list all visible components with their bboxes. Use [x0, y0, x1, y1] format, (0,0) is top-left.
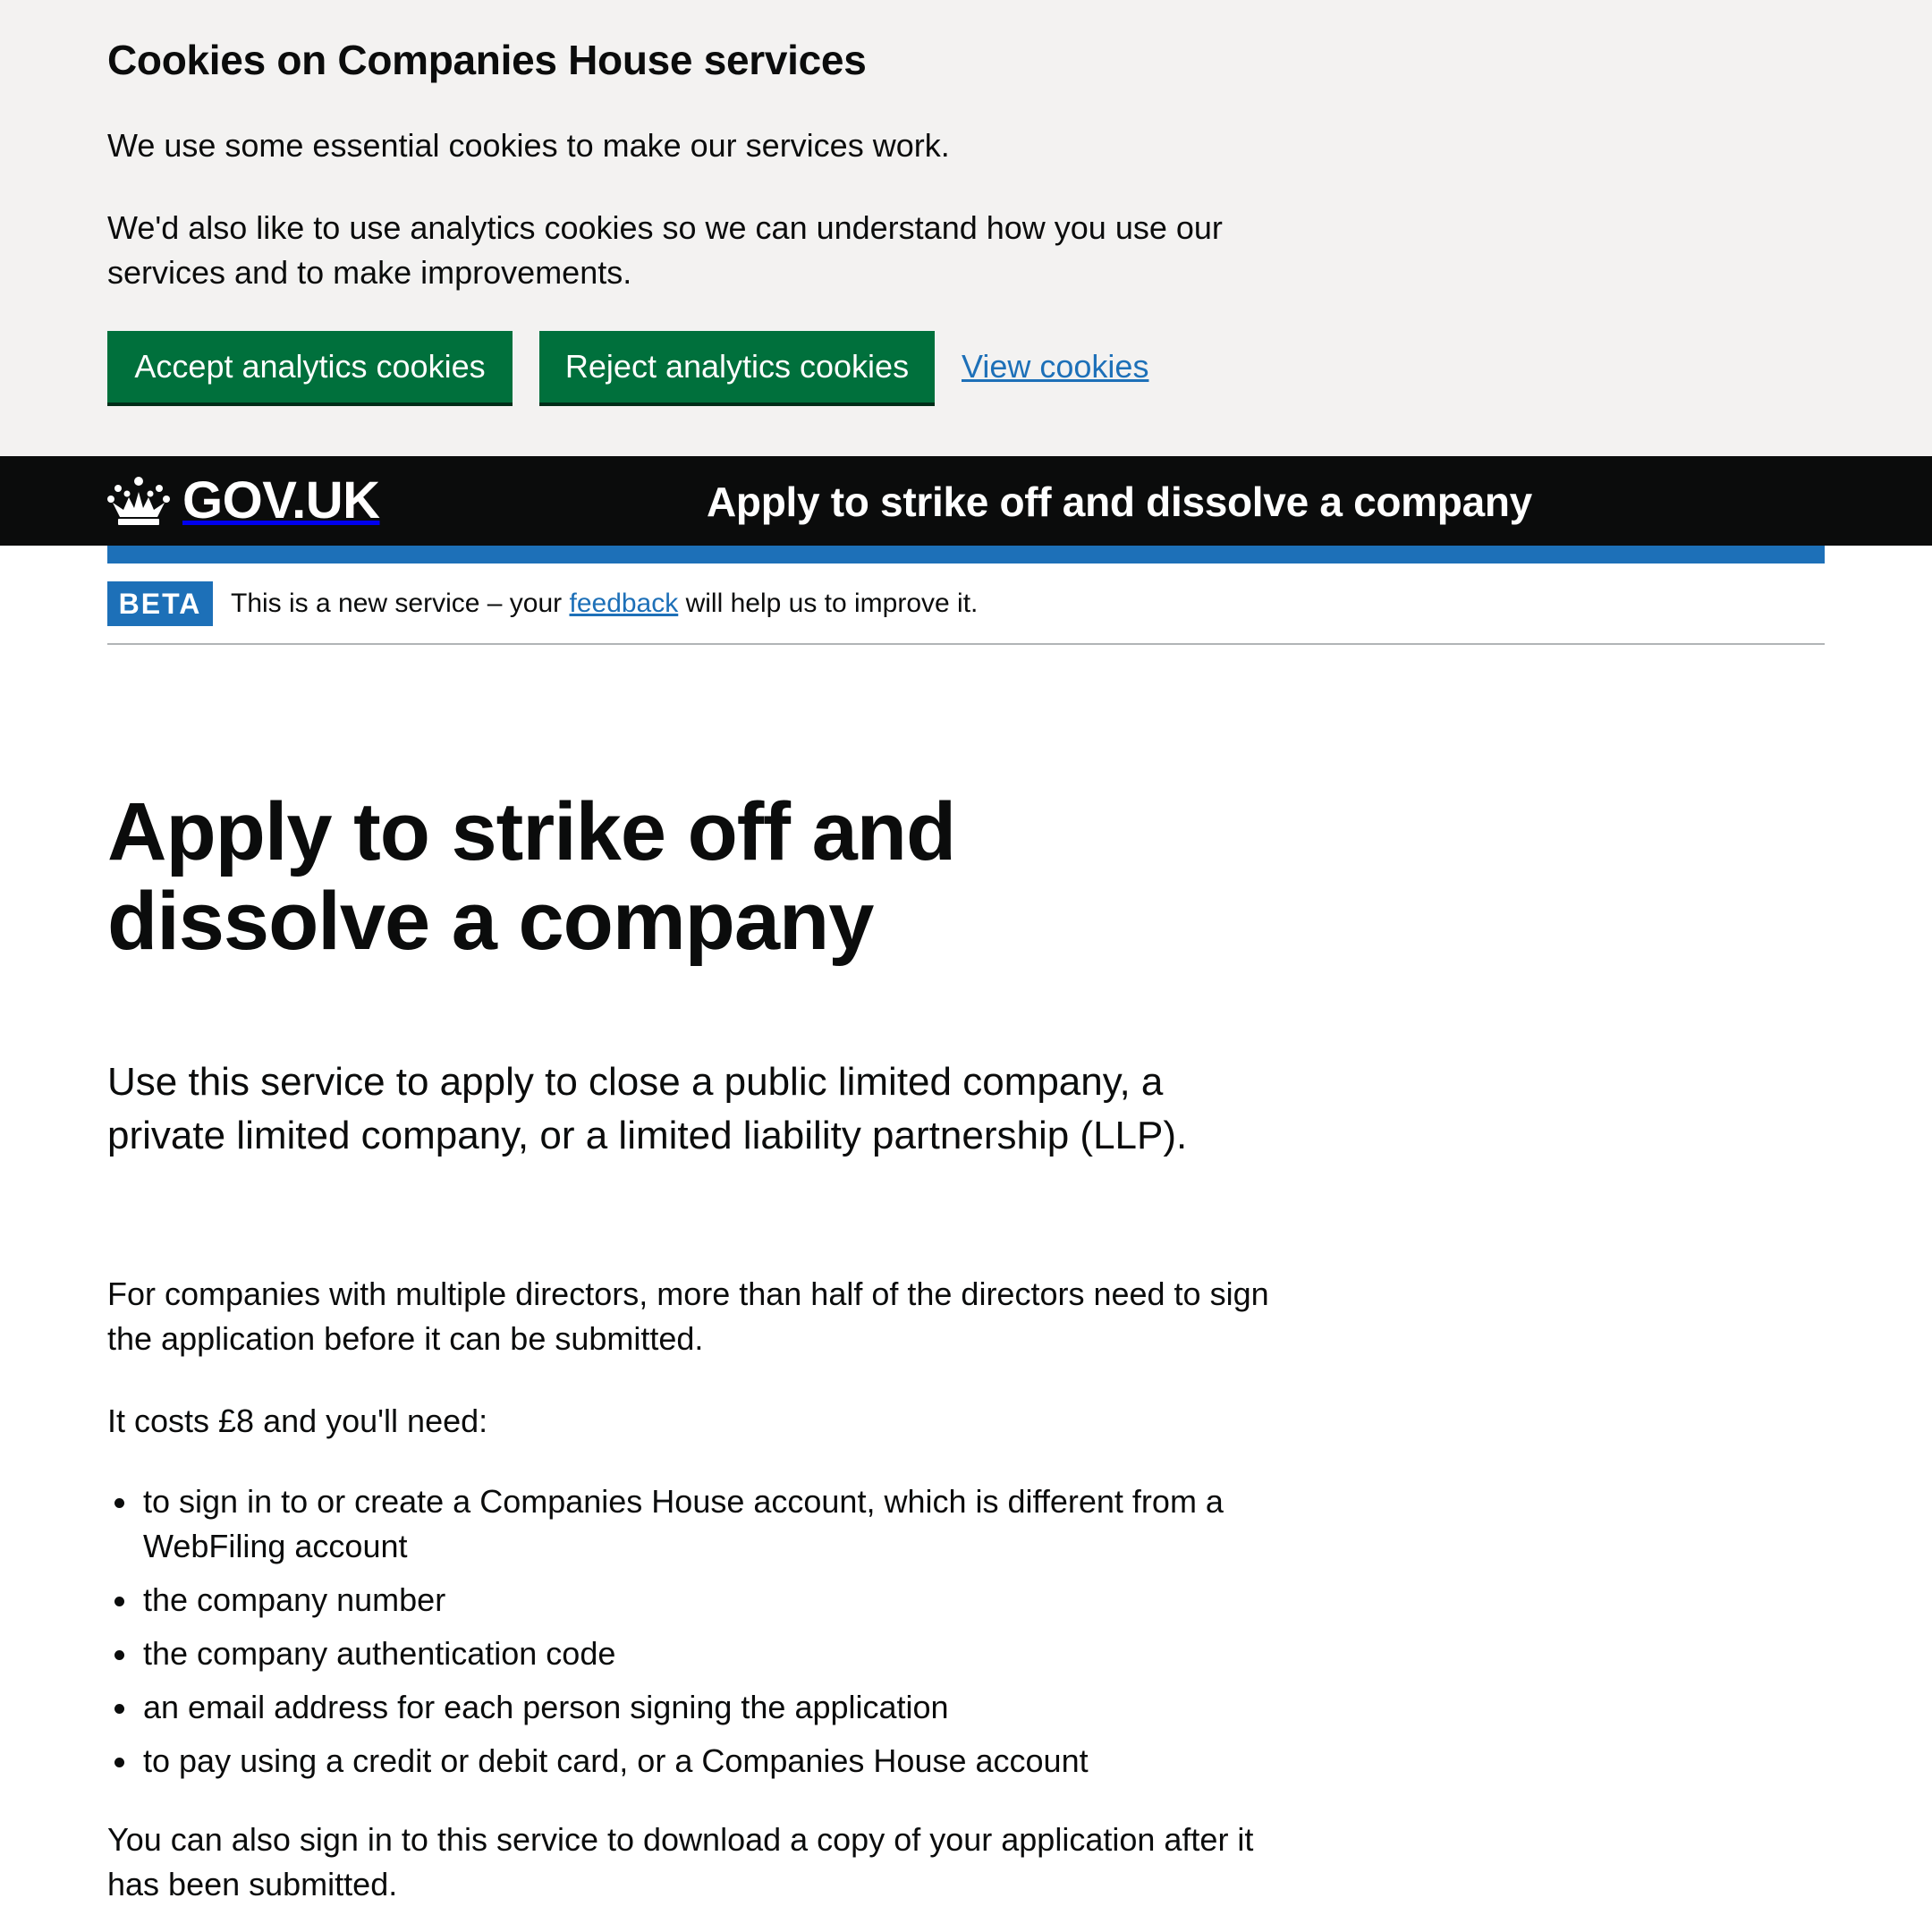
list-item: an email address for each person signing…: [107, 1685, 1270, 1730]
reject-analytics-cookies-button[interactable]: Reject analytics cookies: [539, 331, 935, 402]
list-item: to sign in to or create a Companies Hous…: [107, 1479, 1270, 1569]
list-item: the company authentication code: [107, 1631, 1270, 1676]
list-item: to pay using a credit or debit card, or …: [107, 1739, 1270, 1784]
view-cookies-link[interactable]: View cookies: [962, 345, 1148, 388]
service-name[interactable]: Apply to strike off and dissolve a compa…: [707, 478, 1532, 526]
requirements-list: to sign in to or create a Companies Hous…: [107, 1479, 1270, 1792]
cookie-banner-title: Cookies on Companies House services: [107, 37, 867, 83]
directors-paragraph: For companies with multiple directors, m…: [107, 1275, 1269, 1357]
feedback-link[interactable]: feedback: [569, 589, 678, 618]
cookie-banner: Cookies on Companies House services We u…: [0, 0, 1932, 456]
cookie-analytics-text: We'd also like to use analytics cookies …: [107, 209, 1223, 291]
phase-banner: BETA This is a new service – your feedba…: [107, 581, 1825, 645]
crown-icon: [107, 477, 170, 525]
govuk-logo-link[interactable]: GOV.UK: [107, 471, 380, 530]
lead-paragraph: Use this service to apply to close a pub…: [107, 1060, 1188, 1157]
list-item: the company number: [107, 1578, 1270, 1623]
govuk-logo-text: GOV.UK: [182, 471, 380, 530]
phase-banner-text: This is a new service – your feedback wi…: [231, 589, 979, 618]
signin-paragraph: You can also sign in to this service to …: [107, 1821, 1254, 1902]
site-header: GOV.UK Apply to strike off and dissolve …: [0, 456, 1932, 546]
cookie-essential-text: We use some essential cookies to make ou…: [107, 127, 950, 164]
page-title: Apply to strike off and dissolve a compa…: [107, 786, 956, 967]
accept-analytics-cookies-button[interactable]: Accept analytics cookies: [107, 331, 513, 402]
costs-paragraph: It costs £8 and you'll need:: [107, 1402, 488, 1439]
header-blue-bar: [107, 546, 1825, 564]
beta-tag: BETA: [107, 581, 213, 626]
